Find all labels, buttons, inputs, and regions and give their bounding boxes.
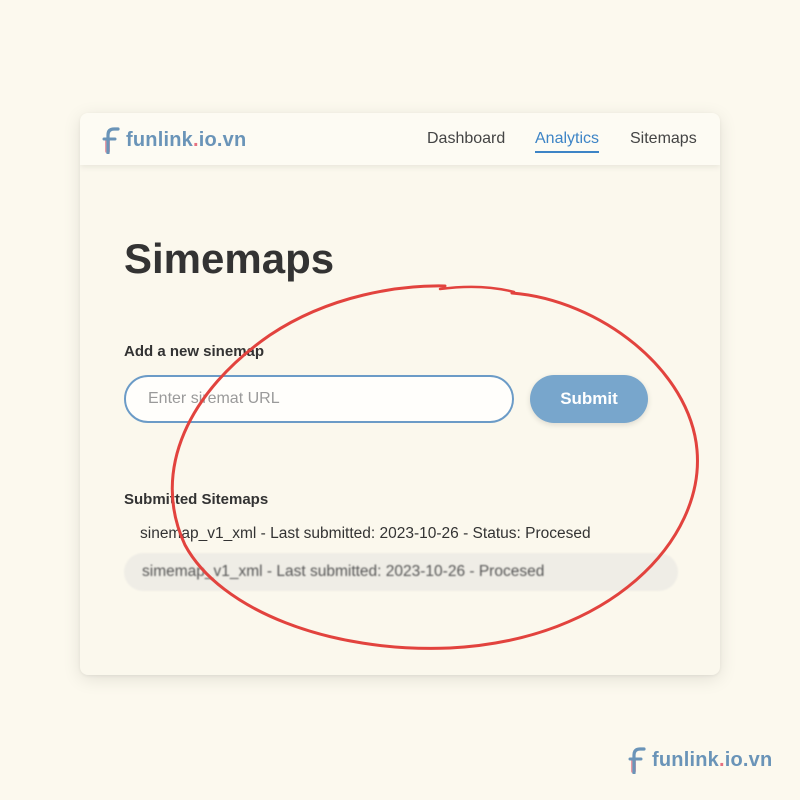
- submitted-sitemaps-heading: Submitted Sitemaps: [124, 491, 269, 508]
- watermark-logo: funlink.io.vn: [628, 746, 772, 774]
- add-sitemap-label: Add a new sinemap: [124, 343, 265, 360]
- funlink-f-logo-icon: [102, 127, 120, 154]
- brand-name: funlink.io.vn: [126, 129, 246, 152]
- app-window: funlink.io.vn Dashboard Analytics Sitema…: [80, 113, 720, 675]
- sitemap-list-item: sinemap_v1_xml - Last submitted: 2023-10…: [140, 525, 591, 542]
- funlink-f-logo-icon: [628, 747, 646, 774]
- brand-name-suffix: io.vn: [198, 128, 247, 151]
- watermark-name-prefix: funlink: [652, 748, 719, 771]
- brand-logo[interactable]: funlink.io.vn: [102, 126, 246, 154]
- submit-button[interactable]: Submit: [530, 375, 648, 423]
- brand-name-prefix: funlink: [126, 128, 193, 151]
- top-navbar: funlink.io.vn Dashboard Analytics Sitema…: [80, 113, 720, 165]
- watermark-name-suffix: io.vn: [724, 748, 773, 771]
- page-title: Simemaps: [124, 235, 335, 282]
- watermark-name: funlink.io.vn: [652, 749, 772, 772]
- sitemap-url-input[interactable]: [124, 375, 514, 423]
- nav-dashboard[interactable]: Dashboard: [427, 130, 505, 148]
- nav-analytics[interactable]: Analytics: [535, 130, 600, 153]
- nav-sitemaps[interactable]: Sitemaps: [630, 130, 697, 148]
- sitemap-list-item: simemap_v1_xml - Last submitted: 2023-10…: [124, 553, 678, 591]
